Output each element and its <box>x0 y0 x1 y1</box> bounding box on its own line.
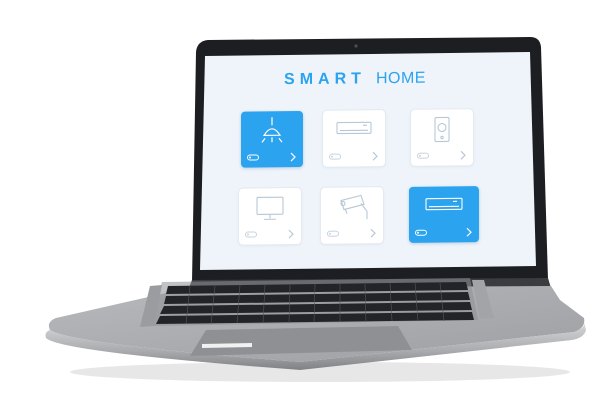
air-conditioner-icon <box>425 197 463 211</box>
device-toggle[interactable] <box>329 153 341 160</box>
device-toggle[interactable] <box>327 230 339 237</box>
device-toggle[interactable] <box>247 154 259 161</box>
smart-home-screen: SMART HOME <box>205 49 525 266</box>
device-toggle[interactable] <box>245 231 257 238</box>
device-tile-ac[interactable] <box>323 110 385 167</box>
device-tile-speaker[interactable] <box>411 109 473 166</box>
chevron-right-icon[interactable] <box>289 152 297 162</box>
title-smart: SMART <box>284 70 366 89</box>
tv-monitor-icon <box>256 196 284 220</box>
device-tile-camera[interactable] <box>321 187 383 244</box>
air-conditioner-icon <box>336 121 372 135</box>
chevron-right-icon[interactable] <box>465 227 473 237</box>
security-camera-icon <box>340 194 368 220</box>
chevron-right-icon[interactable] <box>459 150 467 160</box>
ceiling-lamp-icon <box>261 117 283 143</box>
device-tile-ac-active[interactable] <box>409 186 479 243</box>
device-tile-lamp[interactable] <box>241 110 303 168</box>
device-toggle[interactable] <box>415 229 427 236</box>
chevron-right-icon[interactable] <box>369 228 377 238</box>
title-home: HOME <box>375 69 426 88</box>
device-tile-tv[interactable] <box>239 187 301 245</box>
screen-title: SMART HOME <box>205 69 505 90</box>
chevron-right-icon[interactable] <box>287 229 295 239</box>
chevron-right-icon[interactable] <box>371 151 379 161</box>
camera-icon <box>354 44 358 48</box>
device-toggle[interactable] <box>417 152 429 159</box>
speaker-icon <box>434 116 450 143</box>
